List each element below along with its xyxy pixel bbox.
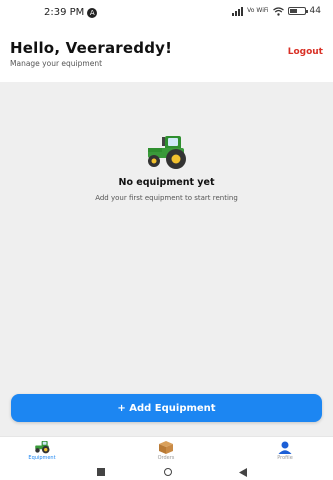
recent-apps-button[interactable]: [96, 467, 106, 477]
user-icon: [276, 440, 294, 454]
nav-tab-equipment[interactable]: Equipment: [12, 440, 72, 461]
nav-label-orders: Orders: [157, 455, 175, 461]
network-label: Vo WiFi: [247, 7, 269, 14]
greeting-title: Hello, Veerareddy!: [10, 39, 173, 57]
status-time-group: 2:39 PM A: [44, 7, 98, 18]
nav-tab-orders[interactable]: Orders: [136, 440, 196, 461]
package-icon: [157, 440, 175, 454]
nav-label-equipment: Equipment: [28, 455, 56, 461]
wifi-icon: [272, 6, 284, 16]
notification-icon: A: [87, 7, 98, 18]
home-button[interactable]: [163, 467, 173, 477]
nav-tab-profile[interactable]: Profile: [255, 440, 315, 461]
bottom-navigation: Equipment Orders Profile: [0, 436, 333, 464]
logout-button[interactable]: Logout: [288, 47, 323, 57]
status-time: 2:39 PM: [44, 7, 85, 18]
status-bar: 2:39 PM A Vo WiFi 44: [0, 0, 333, 32]
empty-state-message: Add your first equipment to start rentin…: [95, 194, 238, 202]
equipment-list-area: No equipment yet Add your first equipmen…: [0, 82, 333, 436]
app-header: Hello, Veerareddy! Manage your equipment…: [0, 32, 333, 82]
back-button[interactable]: [238, 467, 248, 477]
add-equipment-button[interactable]: + Add Equipment: [11, 394, 322, 422]
tractor-icon: [148, 136, 186, 169]
greeting-subtitle: Manage your equipment: [10, 59, 103, 68]
battery-icon: [287, 7, 308, 15]
nav-label-profile: Profile: [277, 455, 293, 461]
empty-state-title: No equipment yet: [118, 177, 215, 188]
tractor-icon: [33, 440, 51, 454]
status-indicators: Vo WiFi 44: [232, 6, 321, 16]
battery-level: 44: [309, 6, 321, 16]
signal-icon: [232, 6, 244, 16]
system-navigation-bar: [0, 464, 333, 480]
